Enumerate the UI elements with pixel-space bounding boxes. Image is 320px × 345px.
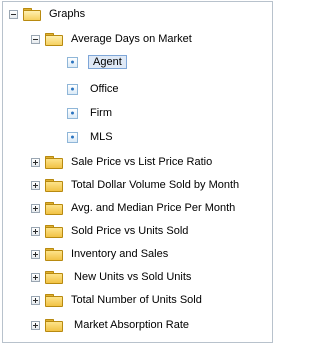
tree-node-avg-and-median-price-per-month[interactable]: Avg. and Median Price Per Month [31, 199, 237, 217]
tree-node-average-days-on-market[interactable]: Average Days on Market [31, 30, 194, 48]
report-icon: ● [67, 131, 78, 143]
folder-icon [45, 247, 63, 261]
expand-icon[interactable] [31, 157, 40, 167]
tree-node-inventory-and-sales[interactable]: Inventory and Sales [31, 245, 170, 263]
tree-node-label: Sold Price vs Units Sold [71, 225, 189, 237]
collapse-icon[interactable] [9, 9, 18, 19]
tree-node-label: Inventory and Sales [71, 248, 169, 260]
expand-icon[interactable] [31, 249, 40, 259]
folder-icon [45, 224, 63, 238]
tree-leaf-label: MLS [90, 131, 113, 143]
tree-leaf-mls[interactable]: ● MLS [67, 128, 115, 146]
tree-node-new-units-vs-sold-units[interactable]: New Units vs Sold Units [31, 268, 193, 286]
expand-icon[interactable] [31, 272, 40, 282]
tree-node-label: New Units vs Sold Units [71, 271, 192, 283]
expand-icon[interactable] [31, 180, 40, 190]
tree-leaf-label: Agent [88, 55, 127, 69]
tree-leaf-agent[interactable]: ● Agent [67, 53, 127, 71]
graphs-tree-panel: Graphs Average Days on Market ● Agent ● … [2, 1, 273, 343]
report-icon: ● [67, 107, 78, 119]
report-icon: ● [67, 83, 78, 95]
folder-icon [45, 270, 63, 284]
tree-node-graphs[interactable]: Graphs [9, 5, 87, 23]
tree-node-label: Average Days on Market [71, 33, 192, 45]
tree-node-sale-price-vs-list-price-ratio[interactable]: Sale Price vs List Price Ratio [31, 153, 214, 171]
folder-icon [45, 32, 63, 46]
tree-leaf-office[interactable]: ● Office [67, 80, 121, 98]
tree-node-label: Total Number of Units Sold [71, 294, 202, 306]
folder-icon [45, 155, 63, 169]
folder-icon [45, 201, 63, 215]
expand-icon[interactable] [31, 226, 40, 236]
folder-icon [45, 178, 63, 192]
tree-node-label: Total Dollar Volume Sold by Month [71, 179, 240, 191]
expand-icon[interactable] [31, 295, 40, 305]
tree-leaf-label: Firm [90, 107, 112, 119]
tree-node-label: Sale Price vs List Price Ratio [71, 156, 213, 168]
tree-node-sold-price-vs-units-sold[interactable]: Sold Price vs Units Sold [31, 222, 190, 240]
tree-node-total-number-of-units-sold[interactable]: Total Number of Units Sold [31, 291, 204, 309]
expand-icon[interactable] [31, 320, 40, 330]
folder-icon [45, 293, 63, 307]
tree-leaf-firm[interactable]: ● Firm [67, 104, 114, 122]
folder-icon [23, 7, 41, 21]
expand-icon[interactable] [31, 203, 40, 213]
tree-node-label: Graphs [49, 8, 86, 20]
folder-icon [45, 318, 63, 332]
collapse-icon[interactable] [31, 34, 40, 44]
tree-leaf-label: Office [90, 83, 119, 95]
report-icon: ● [67, 56, 78, 68]
tree-node-market-absorption-rate[interactable]: Market Absorption Rate [31, 316, 191, 334]
tree-node-label: Avg. and Median Price Per Month [71, 202, 236, 214]
tree-node-label: Market Absorption Rate [71, 319, 190, 331]
tree-node-total-dollar-volume-sold-by-month[interactable]: Total Dollar Volume Sold by Month [31, 176, 241, 194]
